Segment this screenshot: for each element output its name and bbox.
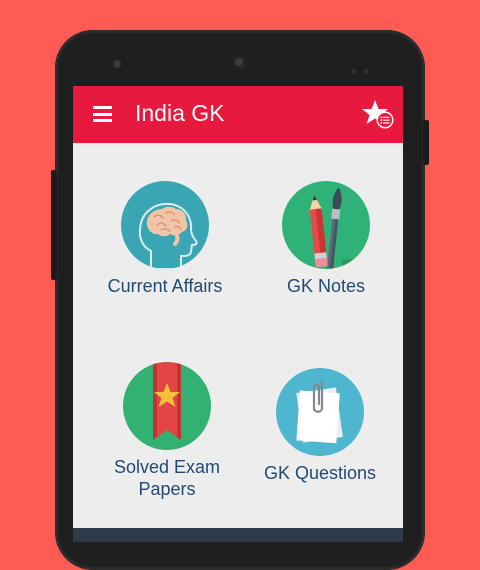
tile-current-affairs[interactable]: Current Affairs [90,181,240,297]
pencil-brush-icon [282,181,370,269]
volume-button [51,170,57,280]
star-list-icon[interactable] [361,98,395,132]
tile-label: Current Affairs [107,276,223,296]
app-toolbar: India GK [73,86,403,143]
sensor-dots [351,61,377,79]
bookmark-star-icon [123,362,211,450]
power-button [423,120,429,165]
brain-head-icon [121,181,209,269]
tile-label: GK Questions [263,463,377,483]
hamburger-menu-icon[interactable] [93,106,112,122]
app-title: India GK [135,100,225,126]
tile-label: Solved Exam Papers [92,456,242,500]
bottom-bar [73,528,403,542]
tile-label: GK Notes [286,276,366,296]
tile-gk-notes[interactable]: GK Notes [251,181,401,297]
app-screen: India GK Current Affairs GK Notes Solved… [73,86,403,542]
tile-label-line1: Solved Exam [113,457,221,477]
tile-label-line2: Papers [138,479,196,499]
tile-solved-exam-papers[interactable]: Solved Exam Papers [92,362,242,500]
front-camera [113,60,121,68]
tile-gk-questions[interactable]: GK Questions [245,368,395,484]
paperclip-papers-icon [276,368,364,456]
earpiece-speaker [231,54,247,70]
